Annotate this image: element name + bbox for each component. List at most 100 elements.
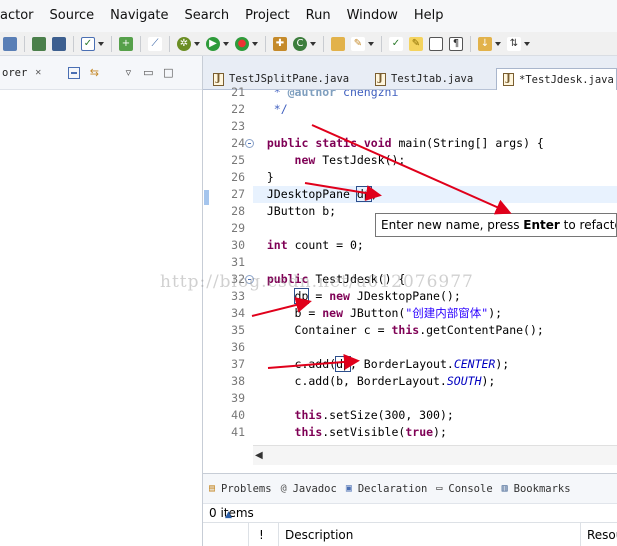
code-area[interactable]: * @author chengzhi */ public static void… <box>253 90 617 445</box>
line-number: 31 <box>231 255 245 269</box>
code-line-current[interactable]: JDesktopPane dp; <box>253 186 617 203</box>
code-line[interactable]: this.setVisible(true); <box>253 424 617 441</box>
code-line[interactable]: c.add(b, BorderLayout.SOUTH); <box>253 373 617 390</box>
problems-table-header: ! Description Resou <box>203 522 617 546</box>
search-icon[interactable]: ✎ <box>351 36 365 51</box>
tab-label: Console <box>448 482 493 495</box>
tab-console[interactable]: ▭ Console <box>430 483 495 495</box>
code-text: b = new JButton("创建内部窗体"); <box>253 306 503 320</box>
line-number: 23 <box>231 119 245 133</box>
menu-search[interactable]: Search <box>176 0 237 32</box>
code-line[interactable]: Container c = this.getContentPane(); <box>253 322 617 339</box>
task-check-icon[interactable]: ✓ <box>81 36 95 51</box>
line-number: 40 <box>231 408 245 422</box>
javadoc-icon: @ <box>280 483 287 494</box>
line-number: 38 <box>231 374 245 388</box>
chevron-down-icon[interactable] <box>524 41 530 46</box>
debug-icon[interactable]: ✲ <box>177 36 191 51</box>
chevron-down-icon[interactable] <box>495 41 501 46</box>
column-header-severity[interactable]: ! <box>249 522 279 546</box>
chevron-down-icon[interactable] <box>252 41 258 46</box>
menu-help[interactable]: Help <box>406 0 452 32</box>
chevron-down-icon[interactable] <box>310 41 316 46</box>
package-explorer-tab[interactable]: orer ✕ <box>0 67 41 79</box>
tab-label: TestJtab.java <box>391 73 474 85</box>
maximize-icon[interactable]: □ <box>161 66 175 80</box>
chevron-down-icon[interactable] <box>223 41 229 46</box>
chevron-down-icon[interactable] <box>194 41 200 46</box>
tab-javadoc[interactable]: @ Javadoc <box>275 483 340 495</box>
line-number: 34 <box>231 306 245 320</box>
code-text: public static void main(String[] args) { <box>266 136 544 150</box>
external-tools-icon[interactable]: ● <box>235 36 249 51</box>
next-annotation-icon[interactable]: ↓ <box>478 36 492 51</box>
toolbar-separator <box>24 35 25 52</box>
whitespace-icon[interactable]: ¶ <box>449 36 463 51</box>
code-line[interactable]: this.setSize(300, 300); <box>253 407 617 424</box>
view-menu-icon[interactable]: ▿ <box>121 66 135 80</box>
menu-project[interactable]: Project <box>237 0 297 32</box>
scroll-left-icon[interactable]: ◀ <box>255 450 263 461</box>
minimize-icon[interactable]: ▭ <box>141 66 155 80</box>
line-number: 39 <box>231 391 245 405</box>
line-number: 32 <box>231 272 245 286</box>
code-line[interactable] <box>253 118 617 135</box>
skip-breakpoints-icon[interactable]: ⟋ <box>148 36 162 51</box>
tab-problems[interactable]: ▤ Problems <box>203 483 275 495</box>
code-line[interactable] <box>253 339 617 356</box>
tab-bookmarks[interactable]: ▥ Bookmarks <box>496 483 574 495</box>
declaration-icon: ▣ <box>345 483 352 494</box>
line-number: 27 <box>231 187 245 201</box>
run-icon[interactable]: ▶ <box>206 36 220 51</box>
link-with-editor-icon[interactable]: ⇆ <box>87 66 101 80</box>
open-type-icon[interactable] <box>331 36 345 51</box>
java-editor: TestJSplitPane.java TestJtab.java *TestJ… <box>203 56 617 465</box>
mark-occurrences-icon[interactable]: ✎ <box>409 36 423 51</box>
annotation-icon[interactable]: ✓ <box>389 36 403 51</box>
column-header-resource[interactable]: Resou <box>581 523 617 546</box>
code-line[interactable]: b = new JButton("创建内部窗体"); <box>253 305 617 322</box>
code-line[interactable]: */ <box>253 101 617 118</box>
code-line[interactable]: new TestJdesk(); <box>253 152 617 169</box>
code-line[interactable]: dp = new JDesktopPane(); <box>253 288 617 305</box>
code-line[interactable]: } <box>253 169 617 186</box>
column-header-description[interactable]: Description <box>279 522 581 546</box>
menu-run[interactable]: Run <box>298 0 339 32</box>
save-all-icon[interactable] <box>52 36 66 51</box>
line-number: 41 <box>231 425 245 439</box>
tab-testjdesk[interactable]: *TestJdesk.java <box>496 68 617 90</box>
code-line[interactable]: public TestJdesk() { <box>253 271 617 288</box>
new-java-icon[interactable]: C <box>293 36 307 51</box>
code-line[interactable] <box>253 390 617 407</box>
prev-annotation-icon[interactable]: ⇅ <box>507 36 521 51</box>
menu-navigate[interactable]: Navigate <box>102 0 176 32</box>
menu-refactor[interactable]: actor <box>0 0 42 32</box>
block-selection-icon[interactable] <box>429 36 443 51</box>
toolbar-separator <box>111 35 112 52</box>
code-line[interactable]: int count = 0; <box>253 237 617 254</box>
tab-declaration[interactable]: ▣ Declaration <box>340 483 431 495</box>
menu-window[interactable]: Window <box>339 0 406 32</box>
code-line[interactable]: public static void main(String[] args) { <box>253 135 617 152</box>
package-explorer-panel: orer ✕ ⇆ ▿ ▭ □ <box>0 56 203 546</box>
new-class-icon[interactable]: + <box>119 36 133 51</box>
chevron-down-icon[interactable] <box>98 41 104 46</box>
collapse-all-icon[interactable] <box>67 66 81 80</box>
tab-testjtab[interactable]: TestJtab.java <box>369 68 479 90</box>
horizontal-scrollbar[interactable]: ◀ <box>253 445 617 465</box>
chevron-down-icon[interactable] <box>368 41 374 46</box>
code-line[interactable]: c.add(dp, BorderLayout.CENTER); <box>253 356 617 373</box>
close-icon[interactable]: ✕ <box>35 67 41 78</box>
print-icon[interactable] <box>3 36 17 51</box>
java-file-icon <box>503 73 514 86</box>
editor-tabbar: TestJSplitPane.java TestJtab.java *TestJ… <box>203 56 617 90</box>
tooltip-text-before: Enter new name, press <box>381 218 524 232</box>
code-line[interactable] <box>253 254 617 271</box>
new-package-icon[interactable]: ✚ <box>273 36 287 51</box>
tab-label: Declaration <box>357 482 428 495</box>
import-icon[interactable] <box>32 36 46 51</box>
code-text: c.add(b, BorderLayout.SOUTH); <box>253 374 496 388</box>
menu-source[interactable]: Source <box>42 0 103 32</box>
package-explorer-tools: ⇆ ▿ ▭ □ <box>67 66 175 80</box>
code-line[interactable]: * @author chengzhi <box>253 90 617 101</box>
